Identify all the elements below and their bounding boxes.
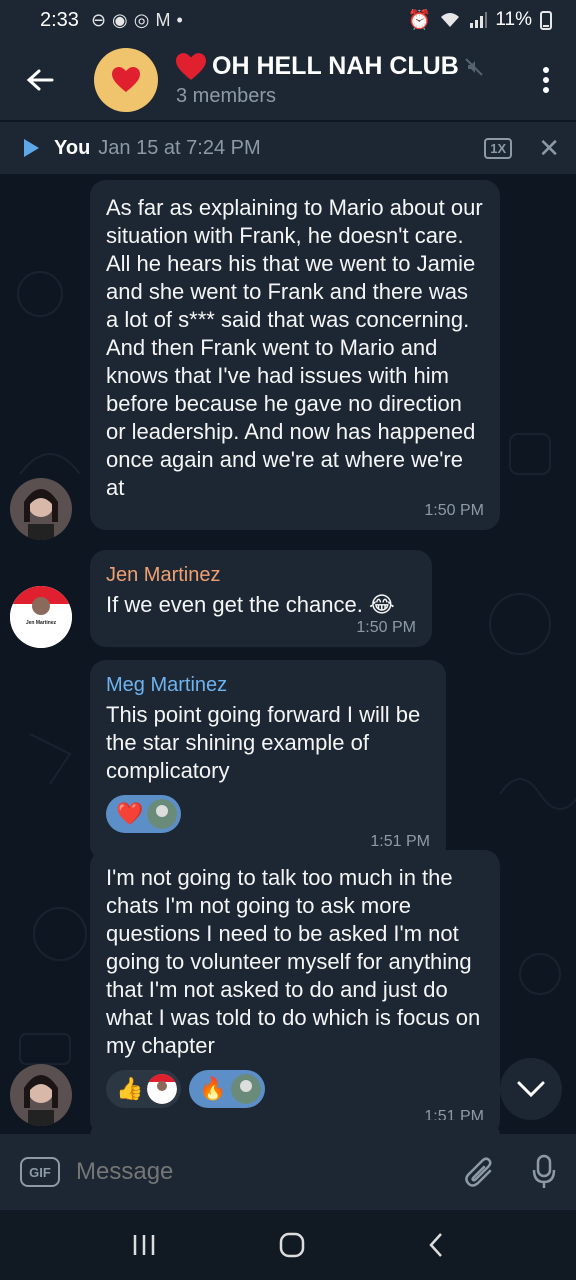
signal-icon [470, 12, 488, 28]
message-bubble-partial[interactable] [90, 1120, 500, 1134]
message-time: 1:51 PM [370, 833, 430, 850]
arrow-left-icon [26, 69, 54, 91]
recent-apps-icon[interactable] [131, 1233, 157, 1257]
home-icon[interactable] [279, 1232, 305, 1258]
avatar-caption: Jen Martinez [25, 620, 57, 626]
message-text: I'm not going to talk too much in the ch… [106, 865, 481, 1058]
microphone-icon[interactable] [532, 1154, 556, 1190]
avatar[interactable] [10, 478, 72, 540]
battery-percent: 11% [495, 9, 532, 30]
messenger-icon: ◉ [112, 9, 128, 30]
dot [543, 87, 549, 93]
reaction-chip[interactable]: 🔥 [189, 1070, 265, 1108]
chevron-down-icon [517, 1081, 545, 1097]
message-text: This point going forward I will be the s… [106, 702, 421, 783]
alarm-icon: ⏰ [407, 10, 432, 31]
status-time: 2:33 [40, 8, 79, 31]
reaction-emoji: 🔥 [199, 1076, 227, 1101]
chat-header: OH HELL NAH CLUB 3 members [0, 40, 576, 120]
status-right: ⏰ 11% [408, 8, 552, 32]
wifi-icon [441, 13, 460, 27]
title-block[interactable]: OH HELL NAH CLUB 3 members [176, 52, 483, 108]
reactor-avatar [147, 799, 178, 829]
message-text: If we even get the chance. 😂 [106, 592, 395, 617]
message-bubble[interactable]: Jen Martinez If we even get the chance. … [90, 550, 432, 647]
notification-icons: ⊖ ◉ ◎ M • [91, 10, 183, 31]
reactor-avatar [147, 1074, 178, 1104]
message-bubble[interactable]: I'm not going to talk too much in the ch… [90, 850, 500, 1134]
reactions: 👍 🔥 [106, 1070, 484, 1108]
gmail-icon: M [155, 9, 171, 30]
player-date: Jan 15 at 7:24 PM [98, 136, 261, 159]
chat-title: OH HELL NAH CLUB [176, 52, 483, 81]
system-nav-bar [0, 1210, 576, 1280]
heart-icon [112, 67, 140, 92]
audio-player-bar: You Jan 15 at 7:24 PM 1X ✕ [0, 122, 576, 174]
gif-button[interactable]: GIF [20, 1157, 60, 1187]
message-time: 1:50 PM [424, 502, 484, 519]
user-photo-icon [10, 586, 72, 648]
back-nav-icon[interactable] [427, 1232, 445, 1258]
more-menu-button[interactable] [516, 67, 576, 93]
message-input-bar: GIF [0, 1134, 576, 1210]
dot [543, 77, 549, 83]
instagram-icon: ◎ [133, 9, 150, 30]
close-player-button[interactable]: ✕ [538, 133, 560, 164]
player-sender: You [54, 136, 91, 159]
play-icon[interactable] [22, 138, 40, 158]
message-time: 1:50 PM [356, 619, 416, 636]
dot-icon: • [176, 9, 183, 30]
paperclip-icon[interactable] [464, 1155, 496, 1189]
reaction-emoji: 👍 [116, 1076, 144, 1101]
message-bubble[interactable]: As far as explaining to Mario about our … [90, 180, 500, 530]
message-input[interactable] [76, 1158, 416, 1186]
dot [543, 67, 549, 73]
battery-icon [540, 11, 552, 30]
muted-icon [465, 57, 483, 76]
status-bar: 2:33 ⊖ ◉ ◎ M • ⏰ 11% [0, 0, 576, 40]
sender-name[interactable]: Meg Martinez [106, 674, 430, 697]
reaction-chip[interactable]: 👍 [106, 1070, 182, 1108]
message-bubble[interactable]: Meg Martinez This point going forward I … [90, 660, 446, 861]
reaction-chip[interactable]: ❤️ [106, 795, 182, 833]
message-text: As far as explaining to Mario about our … [106, 195, 483, 500]
group-avatar[interactable] [94, 48, 158, 112]
playback-speed-button[interactable]: 1X [484, 137, 513, 159]
avatar[interactable]: Jen Martinez [10, 586, 72, 648]
user-photo-icon [10, 478, 72, 540]
back-button[interactable] [0, 40, 80, 120]
reactions: ❤️ [106, 795, 430, 833]
avatar[interactable] [10, 1064, 72, 1126]
heart-icon [176, 52, 206, 80]
chat-title-text: OH HELL NAH CLUB [212, 52, 459, 80]
user-photo-icon [10, 1064, 72, 1126]
sender-name[interactable]: Jen Martinez [106, 564, 416, 587]
reaction-emoji: ❤️ [116, 801, 144, 826]
scroll-down-button[interactable] [500, 1058, 562, 1120]
reactor-avatar [230, 1074, 261, 1104]
dnd-icon: ⊖ [90, 9, 107, 30]
members-count: 3 members [176, 85, 277, 107]
chat-area[interactable]: As far as explaining to Mario about our … [0, 174, 576, 1134]
